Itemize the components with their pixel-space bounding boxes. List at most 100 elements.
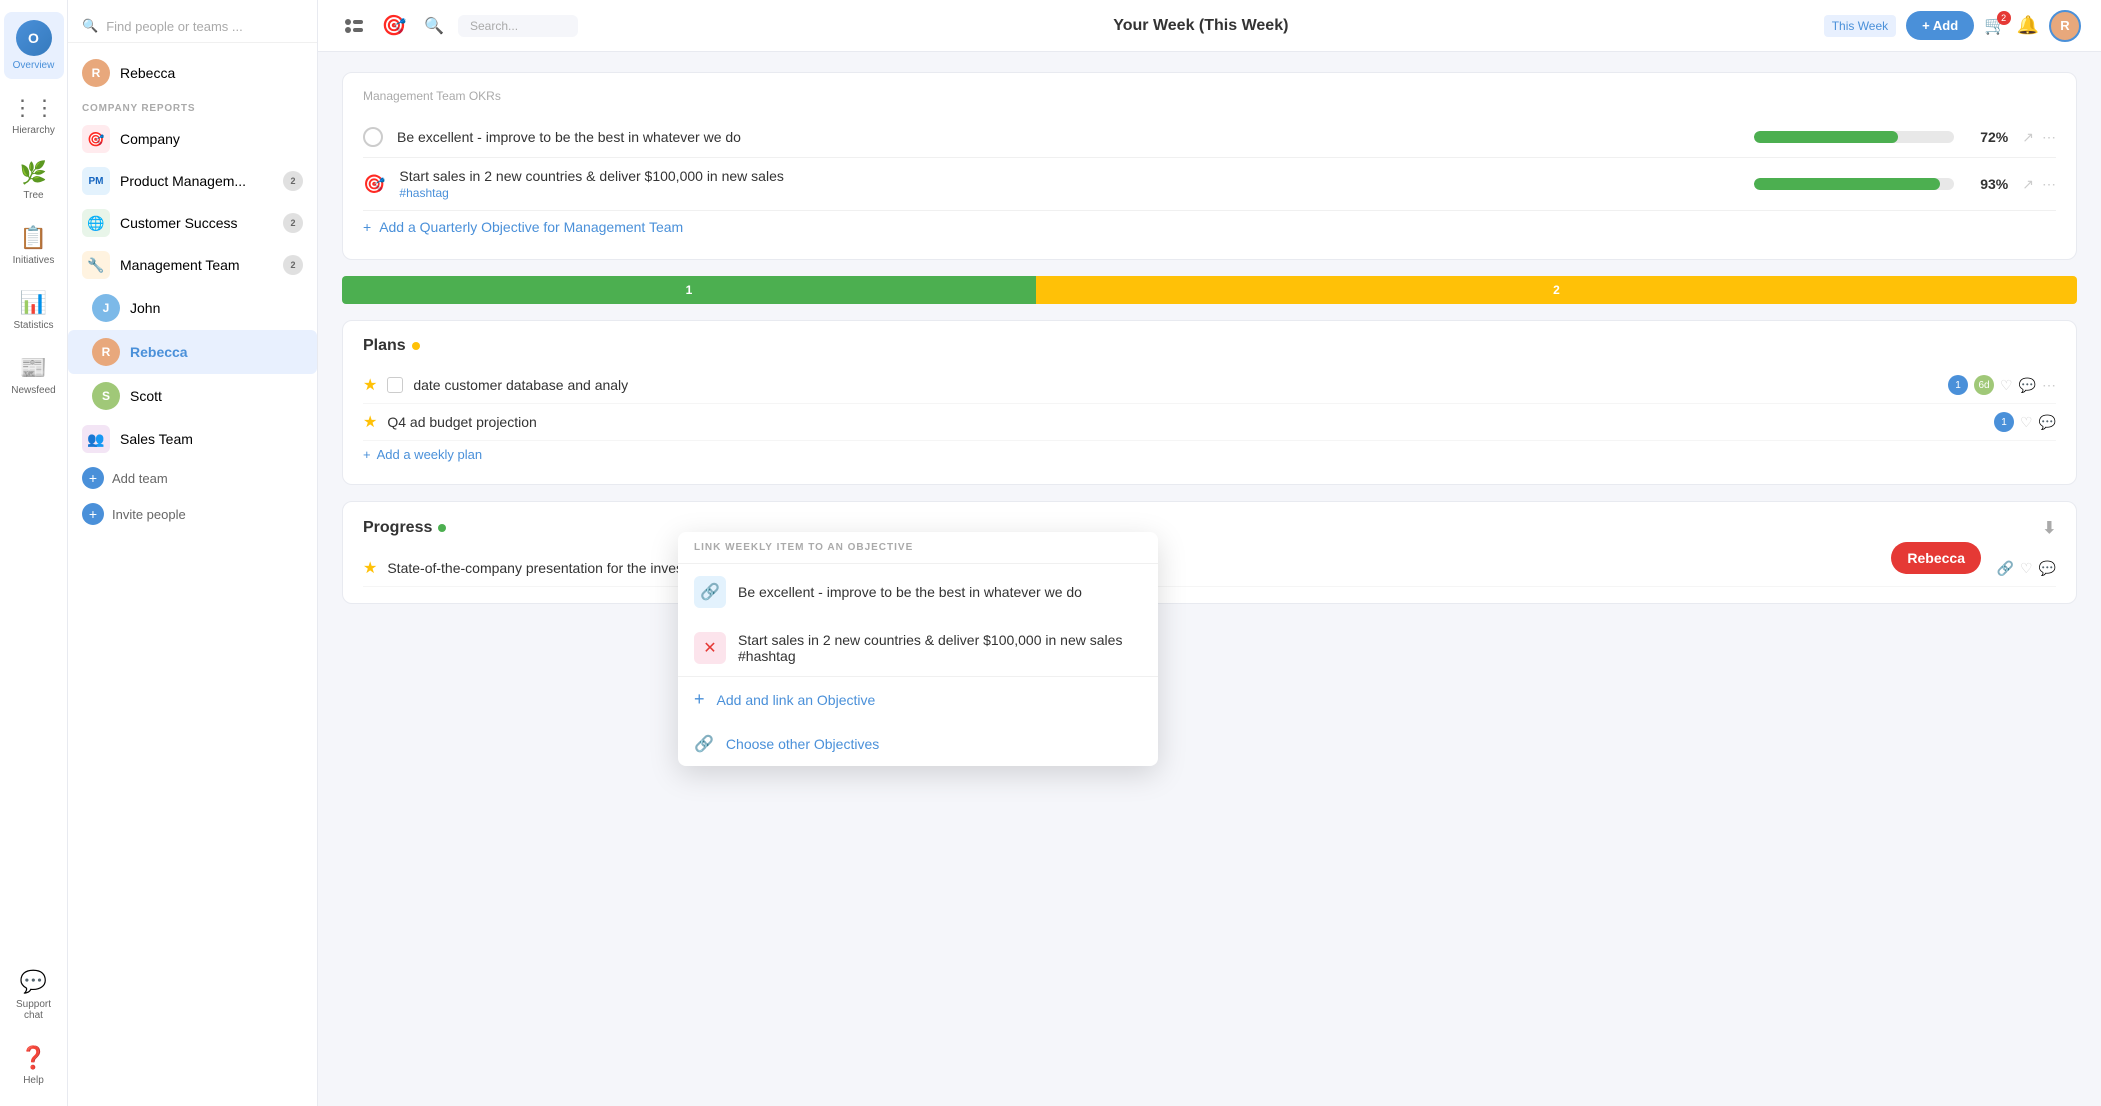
cart-badge: 2 bbox=[1997, 11, 2011, 25]
add-button[interactable]: + Add bbox=[1906, 11, 1974, 40]
counter-badge-2[interactable]: 6d bbox=[1974, 375, 1994, 395]
nav-statistics[interactable]: 📊 Statistics bbox=[4, 282, 64, 339]
sidebar-user-rebecca[interactable]: R Rebecca bbox=[68, 51, 317, 95]
topbar-search-bar[interactable]: Search... bbox=[458, 15, 578, 37]
sidebar-invite-people[interactable]: + Invite people bbox=[68, 496, 317, 532]
sidebar-item-rebecca-sub[interactable]: R Rebecca bbox=[68, 330, 317, 374]
star-icon-2[interactable]: ★ bbox=[363, 412, 377, 432]
team-badge: 2 bbox=[283, 213, 303, 233]
add-team-label: Add team bbox=[112, 471, 168, 486]
team-badge: 2 bbox=[283, 255, 303, 275]
cart-icon[interactable]: 🛒 2 bbox=[1984, 15, 2006, 36]
plan-item-2: ★ Q4 ad budget projection 1 ♡ 💬 bbox=[363, 404, 2056, 441]
sidebar-item-john[interactable]: J John bbox=[68, 286, 317, 330]
external-link-icon[interactable]: ↗ bbox=[2022, 129, 2034, 146]
add-weekly-plan[interactable]: + Add a weekly plan bbox=[363, 441, 2056, 468]
avatar: R bbox=[92, 338, 120, 366]
user-avatar-topbar[interactable]: R bbox=[2049, 10, 2081, 42]
dropdown-item-2[interactable]: ✕ Start sales in 2 new countries & deliv… bbox=[678, 620, 1158, 676]
target-icon[interactable]: 🎯 bbox=[378, 10, 410, 42]
progress-dot bbox=[438, 524, 446, 532]
progress-pct-2: 93% bbox=[1968, 176, 2008, 192]
add-objective-link[interactable]: + Add a Quarterly Objective for Manageme… bbox=[363, 211, 2056, 243]
plan-checkbox-1[interactable] bbox=[387, 377, 403, 393]
counter-badge-1[interactable]: 1 bbox=[1948, 375, 1968, 395]
sidebar-item-management-team[interactable]: 🔧 Management Team 2 bbox=[68, 244, 317, 286]
link-objective-dropdown: LINK WEEKLY ITEM TO AN OBJECTIVE 🔗 Be ex… bbox=[678, 532, 1158, 766]
nav-initiatives-label: Initiatives bbox=[13, 255, 55, 266]
star-icon-progress[interactable]: ★ bbox=[363, 558, 377, 578]
link-blue-icon: 🔗 bbox=[694, 576, 726, 608]
external-link-icon-2[interactable]: ↗ bbox=[2022, 176, 2034, 193]
more-icon[interactable]: ⋯ bbox=[2042, 129, 2056, 146]
sidebar-item-scott[interactable]: S Scott bbox=[68, 374, 317, 418]
star-icon-1[interactable]: ★ bbox=[363, 375, 377, 395]
rebecca-tooltip[interactable]: Rebecca bbox=[1891, 542, 1981, 574]
topbar-icons: 🎯 🔍 Search... bbox=[338, 10, 578, 42]
heart-icon[interactable]: ♡ bbox=[2000, 377, 2013, 394]
chat-icon: 💬 bbox=[20, 969, 47, 995]
overview-icon: O bbox=[16, 20, 52, 56]
link-icon[interactable]: 🔗 bbox=[1997, 560, 2014, 577]
heart-icon-2[interactable]: ♡ bbox=[2020, 414, 2033, 431]
team-list-icon[interactable] bbox=[338, 10, 370, 42]
notification-icon[interactable]: 🔔 bbox=[2017, 15, 2039, 36]
mgmt-icon: 🔧 bbox=[82, 251, 110, 279]
dropdown-item-4[interactable]: 🔗 Choose other Objectives bbox=[678, 722, 1158, 766]
plus-link-icon: + bbox=[694, 689, 705, 710]
nav-support-chat[interactable]: 💬 Support chat bbox=[4, 961, 64, 1029]
plan-text-1: date customer database and analy bbox=[413, 377, 1938, 393]
nav-tree[interactable]: 🌿 Tree bbox=[4, 152, 64, 209]
dropdown-item-1[interactable]: 🔗 Be excellent - improve to be the best … bbox=[678, 564, 1158, 620]
topbar: 🎯 🔍 Search... Your Week (This Week) This… bbox=[318, 0, 2101, 52]
nav-help-label: Help bbox=[23, 1075, 44, 1086]
dropdown-item-3[interactable]: + Add and link an Objective bbox=[678, 677, 1158, 722]
progress-fill-2 bbox=[1754, 178, 1940, 190]
sidebar-add-team[interactable]: + Add team bbox=[68, 460, 317, 496]
heart-icon-progress[interactable]: ♡ bbox=[2020, 560, 2033, 577]
sidebar-search[interactable]: 🔍 Find people or teams ... bbox=[68, 10, 317, 43]
avatar: J bbox=[92, 294, 120, 322]
comment-icon-2[interactable]: 💬 bbox=[2039, 414, 2056, 431]
cross-icon: ✕ bbox=[694, 632, 726, 664]
sidebar-item-sales-team[interactable]: 👥 Sales Team bbox=[68, 418, 317, 460]
sales-icon: 👥 bbox=[82, 425, 110, 453]
progress-text-1: State-of-the-company presentation for th… bbox=[387, 560, 1986, 576]
sidebar-item-product[interactable]: PM Product Managem... 2 bbox=[68, 160, 317, 202]
segment-label-1: 1 bbox=[686, 283, 693, 297]
main-content: 🎯 🔍 Search... Your Week (This Week) This… bbox=[318, 0, 2101, 1106]
nav-overview[interactable]: O Overview bbox=[4, 12, 64, 79]
nav-hierarchy[interactable]: ⋮⋮ Hierarchy bbox=[4, 87, 64, 144]
sidebar-item-customer-success[interactable]: 🌐 Customer Success 2 bbox=[68, 202, 317, 244]
counter-badge-3[interactable]: 1 bbox=[1994, 412, 2014, 432]
search-icon-topbar[interactable]: 🔍 bbox=[418, 10, 450, 42]
more-icon-2[interactable]: ⋯ bbox=[2042, 176, 2056, 193]
okr-item-1: Be excellent - improve to be the best in… bbox=[363, 117, 2056, 158]
download-icon[interactable]: ⬇ bbox=[2043, 518, 2056, 538]
nav-newsfeed[interactable]: 📰 Newsfeed bbox=[4, 347, 64, 404]
comment-icon[interactable]: 💬 bbox=[2019, 377, 2036, 394]
dropdown-header: LINK WEEKLY ITEM TO AN OBJECTIVE bbox=[678, 532, 1158, 564]
team-name: Sales Team bbox=[120, 431, 193, 447]
invite-icon: + bbox=[82, 503, 104, 525]
segment-label-2: 2 bbox=[1553, 283, 1560, 297]
week-selector[interactable]: This Week bbox=[1824, 15, 1896, 37]
user-name: Rebecca bbox=[120, 65, 175, 81]
progress-bar-1 bbox=[1754, 131, 1954, 143]
plus-icon: + bbox=[363, 219, 371, 235]
search-placeholder: Find people or teams ... bbox=[106, 19, 243, 34]
sidebar-item-company[interactable]: 🎯 Company bbox=[68, 118, 317, 160]
more-plan-icon[interactable]: ⋯ bbox=[2042, 377, 2056, 394]
okr-radio[interactable] bbox=[363, 127, 383, 147]
okr-section: Management Team OKRs Be excellent - impr… bbox=[342, 72, 2077, 260]
avatar: S bbox=[92, 382, 120, 410]
nav-initiatives[interactable]: 📋 Initiatives bbox=[4, 217, 64, 274]
plans-dot bbox=[412, 342, 420, 350]
nav-help[interactable]: ❓ Help bbox=[4, 1037, 64, 1094]
comment-icon-progress[interactable]: 💬 bbox=[2039, 560, 2056, 577]
add-icon: + bbox=[363, 447, 371, 462]
nav-tree-label: Tree bbox=[23, 190, 43, 201]
team-name: Product Managem... bbox=[120, 173, 246, 189]
dropdown-text-4: Choose other Objectives bbox=[726, 736, 879, 752]
okr-text-2: Start sales in 2 new countries & deliver… bbox=[399, 168, 1740, 200]
